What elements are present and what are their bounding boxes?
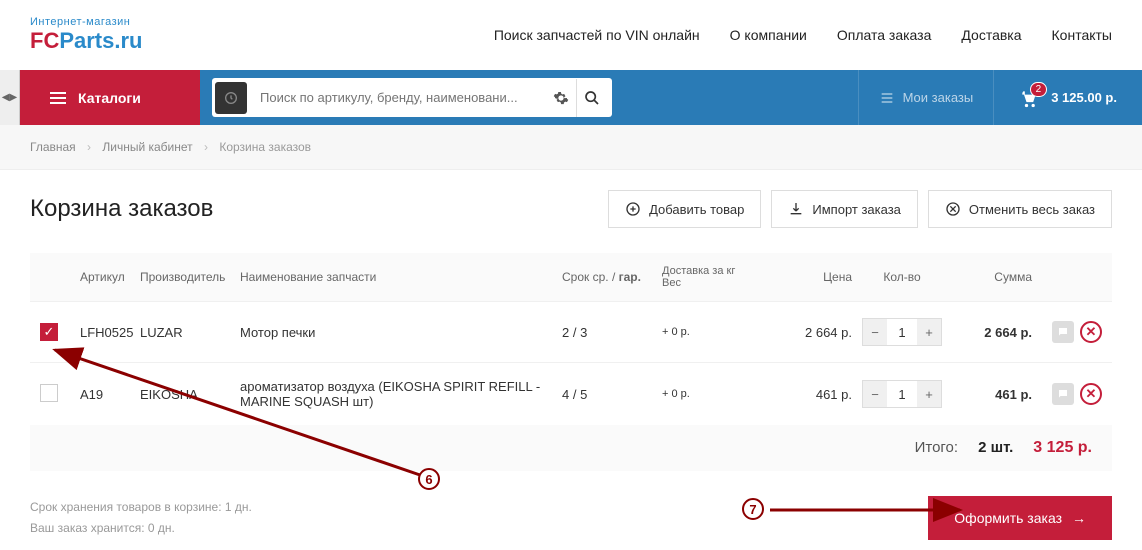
storage-line1: Срок хранения товаров в корзине: 1 дн.	[30, 497, 252, 519]
quantity-stepper: − 1 +	[862, 318, 942, 346]
logo-subtitle: Интернет-магазин	[30, 16, 142, 28]
th-name: Наименование запчасти	[240, 270, 562, 284]
page-title: Корзина заказов	[30, 195, 213, 223]
cancel-all-button[interactable]: Отменить весь заказ	[928, 190, 1112, 228]
checkout-button[interactable]: Оформить заказ →	[928, 496, 1112, 540]
table-row: ✓ LFH0525 LUZAR Мотор печки 2 / 3 + 0 р.…	[30, 301, 1112, 362]
table-header: Артикул Производитель Наименование запча…	[30, 253, 1112, 301]
storage-info: Срок хранения товаров в корзине: 1 дн. В…	[30, 497, 252, 540]
logo-rest: Parts.ru	[59, 28, 142, 53]
totals-qty: 2 шт.	[978, 439, 1013, 456]
th-qty: Кол-во	[852, 270, 952, 284]
delete-icon[interactable]: ✕	[1080, 321, 1102, 343]
search-submit-icon[interactable]	[576, 79, 606, 117]
row-checkbox[interactable]	[40, 384, 58, 402]
add-item-button[interactable]: Добавить товар	[608, 190, 761, 228]
comment-icon[interactable]	[1052, 383, 1074, 405]
add-item-label: Добавить товар	[649, 202, 744, 217]
cell-ship: + 0 р.	[662, 326, 772, 338]
cart-link[interactable]: 2 3 125.00 р.	[993, 70, 1142, 125]
cancel-circle-icon	[945, 201, 961, 217]
row-checkbox[interactable]: ✓	[40, 323, 58, 341]
qty-value[interactable]: 1	[887, 325, 917, 340]
quantity-stepper: − 1 +	[862, 380, 942, 408]
qty-minus[interactable]: −	[863, 319, 887, 345]
cell-mfr: LUZAR	[140, 325, 240, 340]
totals-sum: 3 125 р.	[1033, 439, 1092, 457]
checkout-label: Оформить заказ	[954, 510, 1062, 526]
plus-circle-icon	[625, 201, 641, 217]
th-sum: Сумма	[952, 270, 1032, 284]
totals-label: Итого:	[915, 439, 958, 456]
cell-price: 461 р.	[772, 387, 852, 402]
cell-term: 4 / 5	[562, 387, 662, 402]
th-price: Цена	[772, 270, 852, 284]
nav-delivery[interactable]: Доставка	[961, 27, 1021, 43]
table-row: A19 EIKOSHA ароматизатор воздуха (EIKOSH…	[30, 362, 1112, 425]
crumb-home[interactable]: Главная	[30, 140, 76, 154]
delete-icon[interactable]: ✕	[1080, 383, 1102, 405]
qty-value[interactable]: 1	[887, 387, 917, 402]
qty-minus[interactable]: −	[863, 381, 887, 407]
import-label: Импорт заказа	[812, 202, 901, 217]
nav-payment[interactable]: Оплата заказа	[837, 27, 932, 43]
gear-icon[interactable]	[546, 79, 576, 117]
crumb-account[interactable]: Личный кабинет	[102, 140, 192, 154]
cell-term: 2 / 3	[562, 325, 662, 340]
th-mfr: Производитель	[140, 270, 240, 284]
crumb-current: Корзина заказов	[219, 140, 311, 154]
cell-article: LFH0525	[80, 325, 140, 340]
catalog-label: Каталоги	[78, 90, 141, 106]
arrow-right-icon: →	[1072, 510, 1086, 526]
import-button[interactable]: Импорт заказа	[771, 190, 918, 228]
nav-contacts[interactable]: Контакты	[1052, 27, 1112, 43]
th-article: Артикул	[80, 270, 140, 284]
search-input[interactable]	[250, 90, 546, 105]
top-nav: Поиск запчастей по VIN онлайн О компании…	[494, 27, 1112, 43]
collapse-handle[interactable]: ◀▶	[0, 70, 20, 125]
cart-badge: 2	[1030, 82, 1048, 97]
nav-vin[interactable]: Поиск запчастей по VIN онлайн	[494, 27, 700, 43]
storage-line2: Ваш заказ хранится: 0 дн.	[30, 518, 252, 540]
totals-row: Итого: 2 шт. 3 125 р.	[30, 425, 1112, 471]
my-orders-link[interactable]: Мои заказы	[858, 70, 994, 125]
cell-price: 2 664 р.	[772, 325, 852, 340]
cell-name: ароматизатор воздуха (EIKOSHA SPIRIT REF…	[240, 379, 562, 409]
search-box	[212, 78, 612, 117]
nav-about[interactable]: О компании	[730, 27, 807, 43]
burger-icon	[50, 92, 66, 104]
cell-article: A19	[80, 387, 140, 402]
cell-mfr: EIKOSHA	[140, 387, 240, 402]
list-icon	[879, 90, 895, 106]
comment-icon[interactable]	[1052, 321, 1074, 343]
qty-plus[interactable]: +	[917, 319, 941, 345]
th-ship: Доставка за кг Вес	[662, 265, 772, 289]
breadcrumb: Главная › Личный кабинет › Корзина заказ…	[0, 125, 1142, 170]
cancel-all-label: Отменить весь заказ	[969, 202, 1095, 217]
cell-sum: 461 р.	[952, 387, 1032, 402]
cart-total: 3 125.00 р.	[1051, 90, 1117, 105]
cell-ship: + 0 р.	[662, 388, 772, 400]
my-orders-label: Мои заказы	[903, 90, 974, 105]
catalog-button[interactable]: Каталоги	[20, 70, 200, 125]
qty-plus[interactable]: +	[917, 381, 941, 407]
cell-sum: 2 664 р.	[952, 325, 1032, 340]
logo-fc: FC	[30, 28, 59, 53]
cell-name: Мотор печки	[240, 325, 562, 340]
download-icon	[788, 201, 804, 217]
logo[interactable]: Интернет-магазин FCParts.ru	[30, 16, 142, 54]
th-term: Срок ср. / гар.	[562, 270, 662, 284]
search-category-icon[interactable]	[215, 82, 247, 114]
